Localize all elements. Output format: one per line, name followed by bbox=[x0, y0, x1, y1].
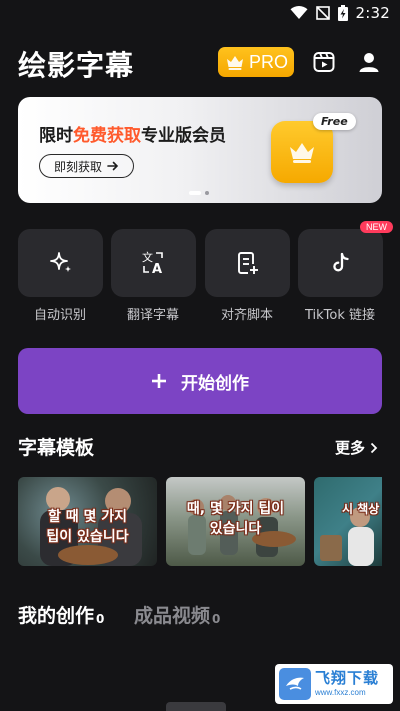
tool-align-script[interactable] bbox=[205, 229, 290, 297]
carousel-dot bbox=[205, 191, 209, 195]
template-card[interactable]: 시 책상 bbox=[314, 477, 382, 566]
caption-line: 시 책상 bbox=[342, 502, 380, 516]
status-icons: 2:32 bbox=[290, 4, 390, 22]
tool-label-tiktok-link: TikTok 链接 bbox=[304, 308, 376, 323]
watermark-text: 飞翔下载 www.fxxz.com bbox=[315, 671, 379, 697]
tool-tiktok-link[interactable] bbox=[298, 229, 383, 297]
chevron-right-icon bbox=[370, 442, 378, 453]
bird-logo-icon bbox=[286, 677, 304, 690]
carousel-indicator bbox=[189, 191, 209, 195]
watermark-main: 飞翔下载 bbox=[315, 669, 380, 687]
tab-count: 0 bbox=[212, 612, 221, 626]
carousel-dot-active bbox=[189, 191, 201, 195]
caption-line: 있습니다 bbox=[209, 521, 262, 537]
tool-label-align-script: 对齐脚本 bbox=[220, 308, 273, 323]
user-icon bbox=[359, 53, 379, 72]
caption-line: 팁이 있습니다 bbox=[46, 529, 129, 545]
battery-charging-icon bbox=[337, 5, 348, 21]
plus-icon bbox=[152, 374, 166, 388]
svg-text:A: A bbox=[152, 262, 162, 276]
caption-line: 할 때 몇 가지 bbox=[47, 509, 128, 525]
get-now-label: 即刻获取 bbox=[54, 159, 103, 174]
start-create-button[interactable]: 开始创作 bbox=[18, 348, 382, 414]
status-bar: 2:32 bbox=[0, 0, 400, 28]
start-create-label: 开始创作 bbox=[181, 373, 249, 394]
tab-label: 成品视频 bbox=[134, 605, 211, 627]
watermark-url: www.fxxz.com bbox=[315, 688, 366, 697]
document-add-icon bbox=[237, 252, 258, 274]
template-caption: 할 때 몇 가지 팁이 있습니다 bbox=[18, 507, 157, 547]
banner-title-highlight: 免费获取 bbox=[73, 126, 141, 146]
tab-label: 我的创作 bbox=[18, 605, 95, 627]
caption-line: 때, 몇 가지 팁이 bbox=[186, 501, 285, 517]
tool-translate[interactable]: 文 A bbox=[111, 229, 196, 297]
template-caption: 때, 몇 가지 팁이 있습니다 bbox=[166, 499, 305, 539]
free-tag: Free bbox=[313, 113, 356, 130]
template-card[interactable]: 할 때 몇 가지 팁이 있습니다 bbox=[18, 477, 157, 566]
banner-title: 限时免费获取专业版会员 bbox=[39, 121, 226, 146]
banner-title-suffix: 专业版会员 bbox=[141, 126, 226, 146]
tiktok-icon bbox=[332, 252, 349, 272]
banner-title-prefix: 限时 bbox=[39, 126, 73, 146]
crown-illustration bbox=[271, 121, 333, 183]
new-badge: NEW bbox=[360, 221, 393, 233]
get-now-button[interactable]: 即刻获取 bbox=[39, 154, 135, 178]
template-thumbnail bbox=[320, 507, 374, 566]
pro-button[interactable]: PRO bbox=[218, 47, 294, 77]
template-caption: 시 책상 bbox=[342, 499, 382, 519]
templates-more-link[interactable]: 更多 bbox=[335, 437, 378, 458]
templates-section-title: 字幕模板 bbox=[18, 437, 95, 459]
arrow-right-icon bbox=[107, 161, 119, 171]
no-signal-icon bbox=[315, 6, 330, 20]
promo-banner[interactable]: 限时免费获取专业版会员 即刻获取 Free bbox=[18, 97, 382, 203]
clock-time: 2:32 bbox=[355, 4, 390, 22]
app-title: 绘影字幕 bbox=[18, 49, 135, 82]
pro-label: PRO bbox=[249, 51, 289, 72]
watermark-logo bbox=[279, 668, 311, 700]
tab-count: 0 bbox=[96, 612, 105, 626]
tab-my-creations[interactable]: 我的创作 0 bbox=[18, 601, 104, 628]
profile-button[interactable] bbox=[355, 48, 383, 76]
wifi-icon bbox=[290, 6, 308, 19]
tool-auto-recognize[interactable] bbox=[18, 229, 103, 297]
video-library-button[interactable] bbox=[310, 48, 338, 76]
crown-icon bbox=[290, 143, 314, 163]
crown-icon bbox=[227, 56, 243, 70]
translate-icon: 文 A bbox=[142, 250, 163, 276]
template-card[interactable]: 때, 몇 가지 팁이 있습니다 bbox=[166, 477, 305, 566]
tool-label-translate: 翻译字幕 bbox=[126, 308, 179, 323]
bottom-sheet-handle bbox=[166, 702, 226, 711]
more-label: 更多 bbox=[334, 439, 365, 457]
video-library-icon bbox=[313, 52, 335, 72]
tab-finished-videos[interactable]: 成品视频 0 bbox=[134, 601, 220, 628]
tool-label-auto-recognize: 自动识别 bbox=[33, 308, 86, 323]
sparkle-icon bbox=[49, 252, 71, 272]
site-watermark: 飞翔下载 www.fxxz.com bbox=[275, 664, 393, 704]
